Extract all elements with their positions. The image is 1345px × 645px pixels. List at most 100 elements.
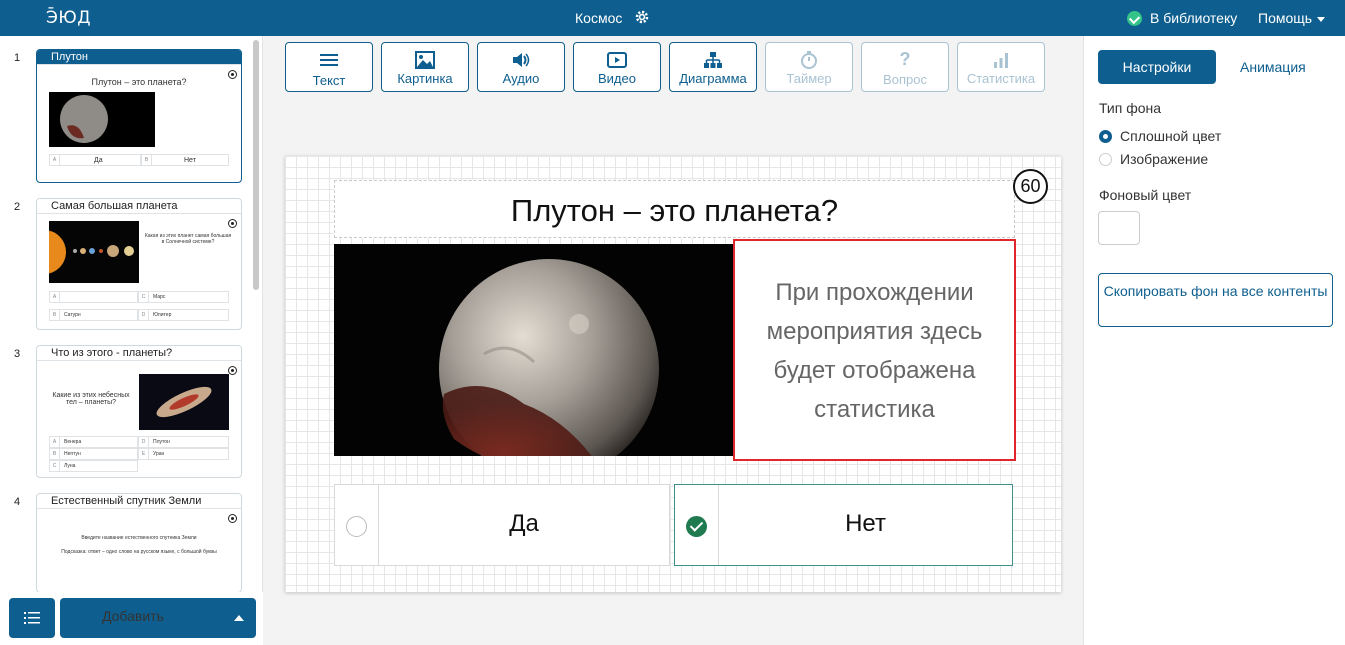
tool-question-button[interactable]: ? Вопрос bbox=[861, 42, 949, 92]
timer-badge[interactable]: 60 bbox=[1013, 169, 1048, 204]
slide-question: Какая из этих планет самая большая в Сол… bbox=[144, 233, 232, 245]
mini-answer: B Сатурн bbox=[49, 309, 138, 321]
slide-question: Какие из этих небесных тел – планеты? bbox=[52, 392, 130, 406]
mini-answer: C Марс bbox=[138, 291, 229, 303]
statistics-placeholder[interactable]: При прохождении мероприятия здесь будет … bbox=[733, 239, 1016, 461]
help-menu[interactable]: Помощь bbox=[1258, 10, 1325, 26]
app-logo[interactable]: Э̄ЮД bbox=[46, 8, 91, 28]
stats-icon bbox=[994, 53, 1008, 68]
tool-label: Статистика bbox=[966, 71, 1036, 86]
list-view-button[interactable] bbox=[9, 598, 55, 638]
tool-label: Диаграмма bbox=[679, 71, 747, 86]
radio-icon bbox=[228, 366, 237, 375]
library-link[interactable]: В библиотеку bbox=[1127, 10, 1237, 26]
slides-panel: 1 Плутон Плутон – это планета? A Да B Нет … bbox=[0, 36, 263, 645]
list-icon bbox=[24, 612, 40, 624]
slide-thumb-1[interactable]: Плутон Плутон – это планета? A Да B Нет bbox=[36, 49, 242, 183]
mini-answer: A Да bbox=[49, 154, 141, 166]
pluto-picture bbox=[334, 244, 734, 456]
tab-settings[interactable]: Настройки bbox=[1098, 50, 1216, 84]
radio-solid-color[interactable] bbox=[1099, 130, 1112, 143]
slide-number: 4 bbox=[14, 496, 21, 508]
slide-thumb-2[interactable]: Самая большая планета Какая из этих план… bbox=[36, 198, 242, 330]
option-solid-color[interactable]: Сплошной цвет bbox=[1120, 128, 1221, 144]
mini-answer: D Плутон bbox=[138, 436, 229, 448]
slide-thumb-3[interactable]: Что из этого - планеты? Какие из этих не… bbox=[36, 345, 242, 478]
answer-text: Да bbox=[509, 510, 539, 537]
tool-timer-button[interactable]: Таймер bbox=[765, 42, 853, 92]
tool-diagram-button[interactable]: Диаграмма bbox=[669, 42, 757, 92]
scrollbar[interactable] bbox=[253, 40, 259, 290]
check-circle-icon bbox=[1127, 10, 1142, 26]
mini-answer: E Уран bbox=[138, 448, 229, 460]
radio-icon bbox=[228, 219, 237, 228]
tool-stats-button[interactable]: Статистика bbox=[957, 42, 1045, 92]
check-circle-icon[interactable] bbox=[686, 516, 707, 537]
gear-icon[interactable] bbox=[634, 9, 650, 25]
tool-label: Таймер bbox=[786, 71, 832, 86]
tool-text-button[interactable]: Текст bbox=[285, 42, 373, 92]
solar-system-thumbnail bbox=[49, 221, 139, 283]
slide-hint: Подсказка: ответ – одно слово на русском… bbox=[61, 549, 217, 555]
copy-background-button[interactable]: Скопировать фон на все контенты bbox=[1098, 273, 1333, 327]
mini-answer: A bbox=[49, 291, 138, 303]
settings-panel: Настройки Анимация Тип фона Сплошной цве… bbox=[1083, 36, 1345, 645]
option-image[interactable]: Изображение bbox=[1120, 151, 1208, 167]
top-bar: Э̄ЮД Космос В библиотеку Помощь bbox=[0, 0, 1345, 36]
audio-icon bbox=[513, 53, 530, 67]
slide-thumb-4[interactable]: Естественный спутник Земли Введите назва… bbox=[36, 493, 242, 593]
pluto-image[interactable] bbox=[334, 244, 734, 456]
timer-icon bbox=[801, 51, 817, 69]
slide-title: Естественный спутник Земли bbox=[37, 494, 241, 509]
video-icon bbox=[607, 52, 627, 68]
mini-answer: B Нет bbox=[141, 154, 229, 166]
slide-number: 2 bbox=[14, 201, 21, 213]
slide-number: 1 bbox=[14, 52, 21, 64]
radio-image[interactable] bbox=[1099, 153, 1112, 166]
radio-icon bbox=[228, 514, 237, 523]
bg-color-label: Фоновый цвет bbox=[1099, 187, 1192, 203]
question-title-box[interactable]: Плутон – это планета? bbox=[334, 180, 1015, 238]
question-title: Плутон – это планета? bbox=[510, 193, 839, 228]
slide-question: Введите название естественного спутника … bbox=[81, 535, 197, 541]
slide-title: Что из этого - планеты? bbox=[37, 346, 241, 361]
slide-number: 3 bbox=[14, 348, 21, 360]
tool-image-button[interactable]: Картинка bbox=[381, 42, 469, 92]
project-title: Космос bbox=[575, 10, 623, 26]
slide-question: Плутон – это планета? bbox=[91, 77, 187, 87]
answer-marker bbox=[675, 485, 719, 565]
slide-canvas[interactable]: Плутон – это планета? 60 При прохождении… bbox=[285, 156, 1061, 592]
tool-label: Текст bbox=[312, 73, 346, 88]
diagram-icon bbox=[704, 52, 722, 68]
tool-label: Аудио bbox=[502, 71, 540, 86]
text-icon bbox=[320, 54, 338, 66]
tool-label: Картинка bbox=[397, 71, 453, 86]
add-button-label: Добавить bbox=[102, 608, 164, 624]
caret-up-icon[interactable] bbox=[234, 615, 244, 621]
slide-title: Самая большая планета bbox=[37, 199, 241, 214]
mini-answer: C Луна bbox=[49, 460, 138, 472]
library-label: В библиотеку bbox=[1150, 10, 1238, 26]
question-icon: ? bbox=[899, 49, 911, 69]
left-bottom-bar: Добавить bbox=[0, 592, 263, 645]
mini-answer: B Нептун bbox=[49, 448, 138, 460]
bg-type-label: Тип фона bbox=[1099, 100, 1162, 116]
mini-answer: D Юпитер bbox=[138, 309, 229, 321]
radio-icon bbox=[228, 70, 237, 79]
slide-title: Плутон bbox=[37, 50, 241, 65]
answer-option-1[interactable]: Да bbox=[334, 484, 670, 566]
mini-answer: A Венера bbox=[49, 436, 138, 448]
answer-option-2[interactable]: Нет bbox=[674, 484, 1013, 566]
statistics-text: При прохождении мероприятия здесь будет … bbox=[766, 279, 983, 423]
tool-audio-button[interactable]: Аудио bbox=[477, 42, 565, 92]
add-slide-button[interactable]: Добавить bbox=[60, 598, 256, 638]
galaxy-thumbnail bbox=[139, 374, 229, 430]
bg-color-swatch[interactable] bbox=[1098, 211, 1140, 245]
image-icon bbox=[415, 51, 435, 69]
radio-empty-icon[interactable] bbox=[346, 516, 367, 537]
tool-label: Вопрос bbox=[883, 72, 927, 87]
answer-marker bbox=[335, 485, 379, 565]
tool-label: Видео bbox=[598, 71, 636, 86]
tool-video-button[interactable]: Видео bbox=[573, 42, 661, 92]
tab-animation[interactable]: Анимация bbox=[1240, 59, 1306, 75]
